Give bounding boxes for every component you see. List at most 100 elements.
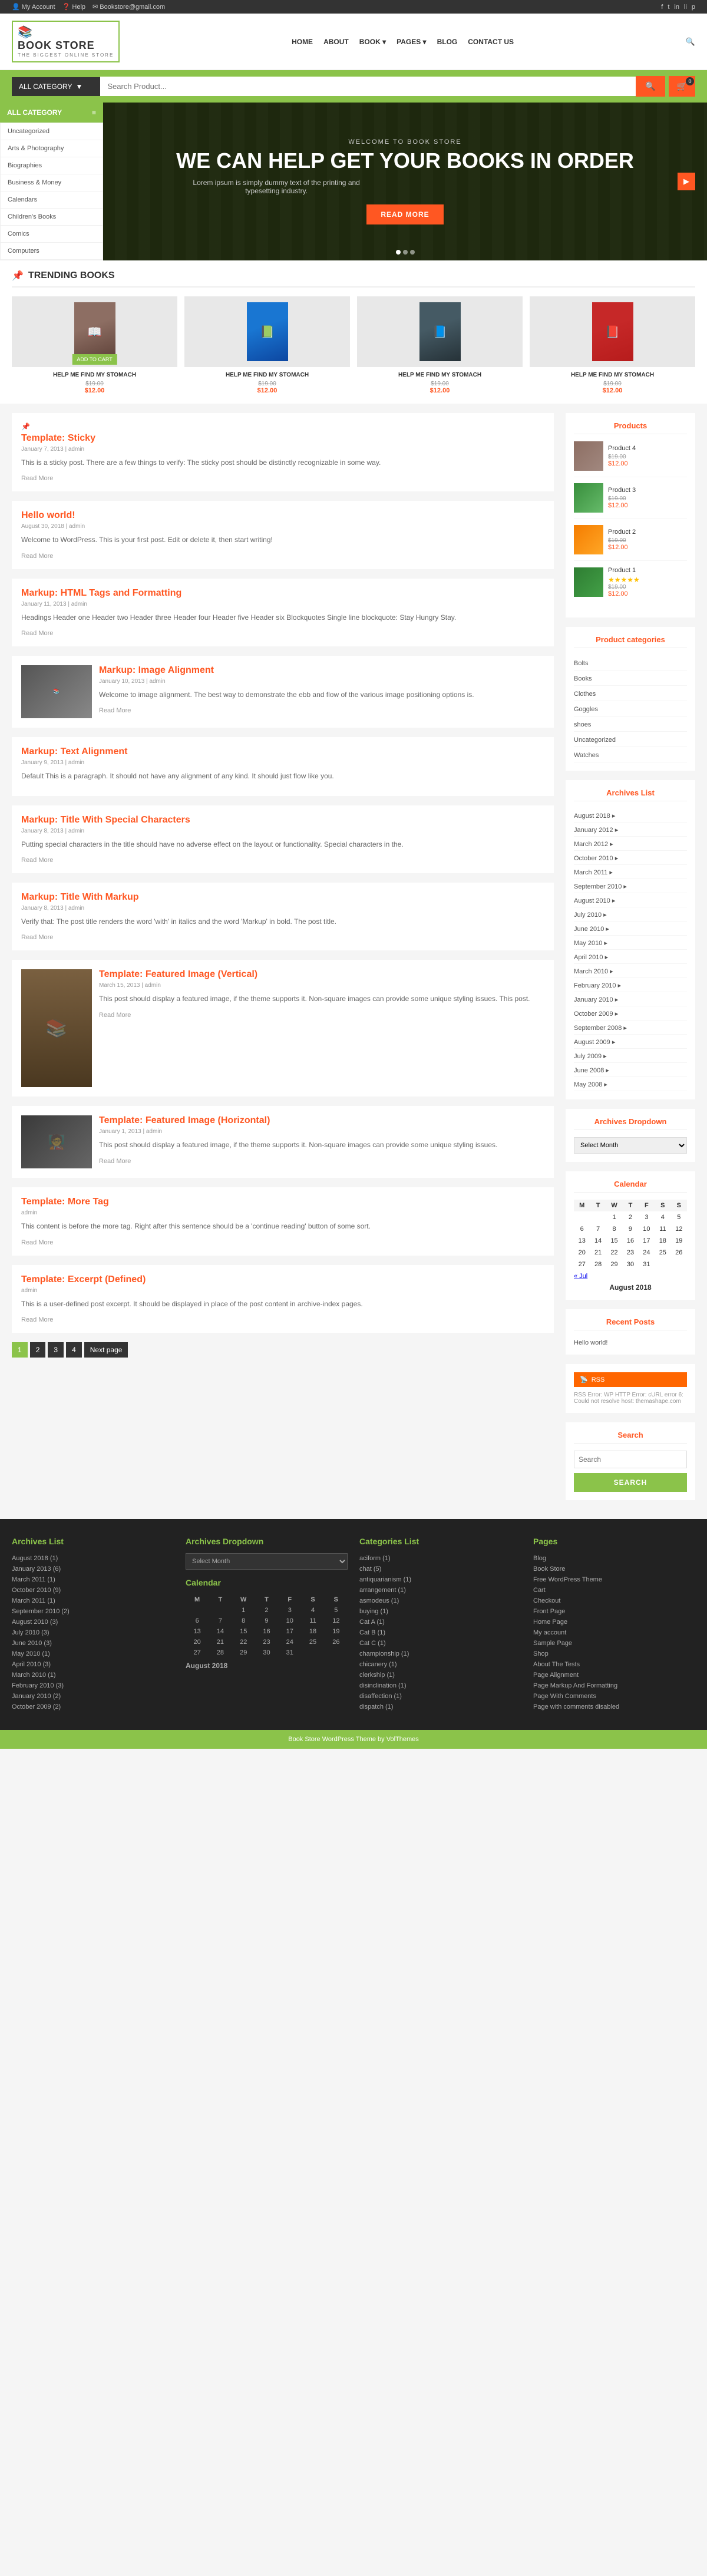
read-more-link[interactable]: Read More (99, 1012, 131, 1019)
f-archive-mar-2011b[interactable]: March 2011 (1) (12, 1597, 55, 1604)
hero-read-more-button[interactable]: READ MORE (366, 204, 443, 224)
add-to-cart-button[interactable]: ADD TO CART (72, 354, 117, 365)
f-cat-championship[interactable]: championship (1) (359, 1650, 409, 1657)
f-page-cart[interactable]: Cart (533, 1587, 546, 1594)
cat-clothes[interactable]: Clothes (574, 691, 596, 698)
f-archive-apr-2010[interactable]: April 2010 (3) (12, 1661, 51, 1668)
f-cat-chat[interactable]: chat (5) (359, 1566, 381, 1573)
cat-biographies[interactable]: Biographies (1, 157, 103, 174)
f-cat-buying[interactable]: buying (1) (359, 1608, 388, 1615)
email-link[interactable]: ✉ Bookstore@gmail.com (92, 3, 165, 11)
cat-childrens[interactable]: Children's Books (1, 209, 103, 225)
archive-jul-2010[interactable]: July 2010 ▸ (574, 911, 607, 919)
f-page-blog[interactable]: Blog (533, 1555, 546, 1562)
f-page-myaccount[interactable]: My account (533, 1629, 566, 1636)
archive-mar-2012[interactable]: March 2012 ▸ (574, 841, 613, 848)
f-archive-jan-2010[interactable]: January 2010 (2) (12, 1693, 61, 1700)
page-1-button[interactable]: 1 (12, 1342, 28, 1358)
post-title[interactable]: Template: Featured Image (Vertical) (99, 969, 530, 980)
f-page-shop[interactable]: Shop (533, 1650, 549, 1657)
f-archive-jan-2013[interactable]: January 2013 (6) (12, 1566, 61, 1573)
cat-calendars[interactable]: Calendars (1, 191, 103, 208)
hero-next-arrow[interactable]: ▶ (678, 173, 695, 190)
post-title[interactable]: Markup: Image Alignment (99, 665, 474, 676)
read-more-link[interactable]: Read More (21, 1316, 53, 1323)
sidebar-search-input[interactable] (574, 1451, 687, 1468)
recent-post-link[interactable]: Hello world! (574, 1339, 607, 1346)
archive-jan-2012[interactable]: January 2012 ▸ (574, 827, 618, 834)
f-cat-arrangement[interactable]: arrangement (1) (359, 1587, 406, 1594)
cat-goggles[interactable]: Goggles (574, 706, 598, 713)
f-cat-antiquarianism[interactable]: antiquarianism (1) (359, 1576, 411, 1583)
f-cat-disinclination[interactable]: disinclination (1) (359, 1682, 406, 1689)
f-cat-disaffection[interactable]: disaffection (1) (359, 1693, 402, 1700)
f-archive-oct-2009[interactable]: October 2009 (2) (12, 1703, 61, 1710)
nav-home[interactable]: HOME (292, 38, 313, 46)
sidebar-search-button[interactable]: SEARCH (574, 1473, 687, 1492)
f-page-checkout[interactable]: Checkout (533, 1597, 560, 1604)
f-cat-c[interactable]: Cat C (1) (359, 1640, 386, 1647)
read-more-link[interactable]: Read More (99, 707, 131, 714)
hero-dot-3[interactable] (410, 250, 415, 255)
f-archive-feb-2010[interactable]: February 2010 (3) (12, 1682, 64, 1689)
post-title[interactable]: Markup: Text Alignment (21, 747, 544, 757)
f-page-markup[interactable]: Page Markup And Formatting (533, 1682, 617, 1689)
post-title[interactable]: Template: Featured Image (Horizontal) (99, 1115, 497, 1126)
search-icon[interactable]: 🔍 (686, 37, 695, 47)
page-2-button[interactable]: 2 (30, 1342, 46, 1358)
archive-jun-2008[interactable]: June 2008 ▸ (574, 1067, 609, 1074)
cat-watches[interactable]: Watches (574, 752, 599, 759)
f-archive-jul-2010[interactable]: July 2010 (3) (12, 1629, 49, 1636)
archive-mar-2010[interactable]: March 2010 ▸ (574, 968, 613, 975)
f-archive-mar-2010[interactable]: March 2010 (1) (12, 1672, 56, 1679)
archive-jun-2010[interactable]: June 2010 ▸ (574, 926, 609, 933)
cat-comics[interactable]: Comics (1, 226, 103, 242)
nav-contact[interactable]: CONTACT US (468, 38, 514, 46)
f-cat-b[interactable]: Cat B (1) (359, 1629, 385, 1636)
post-title[interactable]: Template: Excerpt (Defined) (21, 1274, 544, 1285)
f-page-free-theme[interactable]: Free WordPress Theme (533, 1576, 602, 1583)
read-more-link[interactable]: Read More (21, 857, 53, 864)
read-more-link[interactable]: Read More (21, 475, 53, 482)
archive-apr-2010[interactable]: April 2010 ▸ (574, 954, 608, 961)
post-title[interactable]: Template: Sticky (21, 433, 544, 444)
f-cat-dispatch[interactable]: dispatch (1) (359, 1703, 393, 1710)
help-link[interactable]: ❓ Help (62, 3, 85, 11)
rss-button[interactable]: 📡 RSS (574, 1372, 687, 1387)
cat-uncategorized[interactable]: Uncategorized (574, 737, 616, 744)
f-cat-a[interactable]: Cat A (1) (359, 1619, 385, 1626)
archive-jan-2010[interactable]: January 2010 ▸ (574, 996, 618, 1003)
f-page-sample[interactable]: Sample Page (533, 1640, 572, 1647)
f-cat-chicanery[interactable]: chicanery (1) (359, 1661, 397, 1668)
twitter-icon[interactable]: t (668, 4, 669, 11)
nav-blog[interactable]: BLOG (437, 38, 458, 46)
archive-jul-2009[interactable]: July 2009 ▸ (574, 1053, 607, 1060)
post-title[interactable]: Template: More Tag (21, 1197, 544, 1207)
footer-archives-dropdown[interactable]: Select Month (186, 1553, 348, 1570)
my-account-link[interactable]: 👤 My Account (12, 3, 55, 11)
facebook-icon[interactable]: f (661, 4, 663, 11)
pinterest-icon[interactable]: p (692, 4, 695, 11)
post-title[interactable]: Markup: Title With Special Characters (21, 815, 544, 825)
archive-sep-2008[interactable]: September 2008 ▸ (574, 1025, 627, 1032)
nav-pages[interactable]: PAGES ▾ (397, 38, 426, 46)
nav-book[interactable]: BOOK ▾ (359, 38, 386, 46)
f-archive-sep-2010[interactable]: September 2010 (2) (12, 1608, 70, 1615)
archive-aug-2009[interactable]: August 2009 ▸ (574, 1039, 615, 1046)
cat-books[interactable]: Books (574, 675, 592, 682)
instagram-icon[interactable]: in (674, 4, 679, 11)
read-more-link[interactable]: Read More (99, 1158, 131, 1165)
calendar-prev[interactable]: « Jul (574, 1273, 587, 1280)
read-more-link[interactable]: Read More (21, 630, 53, 637)
read-more-link[interactable]: Read More (21, 1239, 53, 1246)
f-cat-aciform[interactable]: aciform (1) (359, 1555, 391, 1562)
archive-feb-2010[interactable]: February 2010 ▸ (574, 982, 621, 989)
f-archive-aug-2010[interactable]: August 2010 (3) (12, 1619, 58, 1626)
f-archive-oct-2010[interactable]: October 2010 (9) (12, 1587, 61, 1594)
category-dropdown[interactable]: ALL CATEGORY ▼ (12, 77, 100, 96)
archive-mar-2011[interactable]: March 2011 ▸ (574, 869, 613, 876)
archive-oct-2009[interactable]: October 2009 ▸ (574, 1010, 618, 1018)
f-archive-mar-2011[interactable]: March 2011 (1) (12, 1576, 55, 1583)
cat-uncategorized[interactable]: Uncategorized (1, 123, 103, 140)
cat-shoes[interactable]: shoes (574, 721, 591, 728)
